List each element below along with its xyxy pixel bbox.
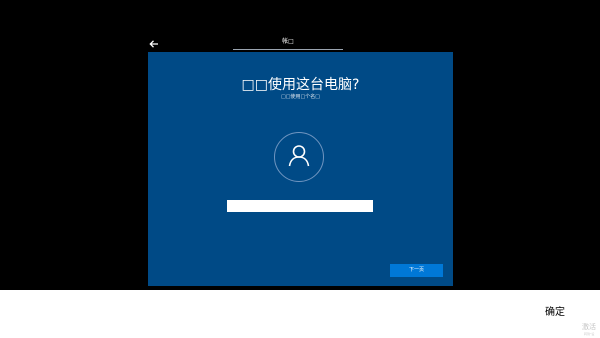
user-icon [286, 142, 312, 172]
avatar [274, 132, 324, 182]
top-page-label: 帐□ [282, 38, 294, 45]
activation-watermark: 激活 [582, 323, 596, 331]
host-footer-bar: 确定 激活 转到"设 [0, 290, 600, 338]
activation-watermark-sub: 转到"设 [584, 332, 595, 336]
top-progress-line [233, 49, 343, 50]
next-button[interactable]: 下一页 [390, 264, 443, 277]
setup-panel: □□使用这台电脑? □□使用□个名□ 下一页 [148, 52, 453, 286]
screenshot-stage: 帐□ □□使用这台电脑? □□使用□个名□ 下一页 确定 激活 转到"设 [0, 0, 600, 338]
confirm-button[interactable]: 确定 [545, 306, 565, 320]
panel-subtitle: □□使用□个名□ [281, 94, 320, 100]
vm-screen: 帐□ □□使用这台电脑? □□使用□个名□ 下一页 [0, 0, 600, 290]
back-button[interactable] [147, 36, 161, 50]
arrow-left-icon [149, 34, 159, 53]
panel-title: □□使用这台电脑? [241, 77, 360, 93]
name-input[interactable] [227, 200, 373, 212]
